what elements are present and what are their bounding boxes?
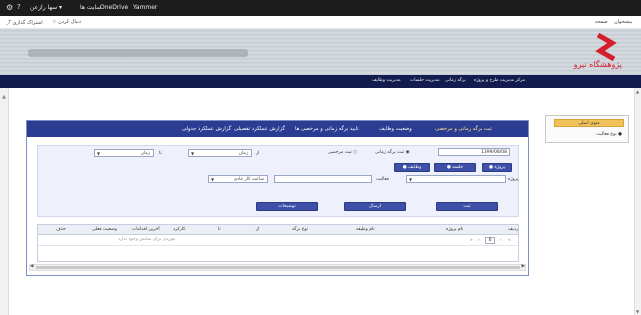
from-label: از — [256, 151, 260, 156]
star-icon: ☆ — [52, 19, 57, 25]
radio-timesheet-label: ثبت برگه زمانی — [375, 150, 405, 155]
suite-bar: ⚙ ? سها رازعن ▾ سایت ها OneDrive Yammer — [0, 0, 641, 16]
radio-leave[interactable]: ثبت مرخصی ○ — [328, 150, 357, 155]
col-duration[interactable]: کارکرد — [173, 227, 185, 232]
activity-label: فعالیت — [376, 177, 389, 182]
help-icon[interactable]: ? — [17, 3, 21, 11]
description-button[interactable]: توضیحات — [256, 202, 318, 211]
from-time-select[interactable]: ▼ زمان — [188, 149, 252, 157]
col-delete[interactable]: حذف — [56, 227, 66, 232]
page-number[interactable]: 0 — [485, 237, 495, 244]
share-button[interactable]: ⤴ اشتراک گذاری — [6, 19, 43, 26]
chevron-down-icon: ▼ — [191, 151, 195, 156]
gear-icon[interactable]: ⚙ — [6, 3, 13, 12]
work-hours-select[interactable]: ▼ ساعت کار عادی — [208, 175, 268, 183]
to-label: تا — [159, 151, 162, 156]
first-page-icon[interactable]: « — [508, 238, 511, 243]
logo-text: پژوهشگاه نیرو — [573, 59, 622, 69]
sites-link[interactable]: سایت ها — [80, 4, 101, 11]
sidebar-item-label: نوع فعالیت — [596, 132, 617, 137]
arrow-up-icon[interactable]: ▲ — [636, 89, 639, 94]
link-dashboard[interactable]: پیشخوان — [614, 19, 632, 25]
arrow-right-icon[interactable]: ▶ — [522, 264, 525, 269]
type-tasks-button[interactable]: ● وظایف — [394, 163, 430, 172]
chevron-down-icon: ▼ — [409, 177, 413, 182]
link-page[interactable]: صفحه — [595, 19, 608, 25]
nav-item-meetings[interactable]: مدیریت جلسات — [410, 78, 440, 83]
radio-leave-label: ثبت مرخصی — [328, 150, 352, 155]
to-time-select[interactable]: ▼ زمان — [94, 149, 154, 157]
sidebar-title: منوی اصلی — [554, 119, 624, 127]
onedrive-link[interactable]: OneDrive — [100, 4, 128, 11]
organization-logo: پژوهشگاه نیرو — [573, 33, 622, 69]
yammer-link[interactable]: Yammer — [133, 4, 157, 11]
type-tasks-label: وظایف — [408, 165, 422, 170]
nav-item-timesheet[interactable]: برگه زمانی — [445, 78, 466, 83]
tab-approve-timesheets[interactable]: تایید برگه زمانی و مرخصی ها — [295, 126, 359, 132]
col-status[interactable]: وضعیت فعلی — [92, 227, 117, 232]
project-select[interactable]: ▼ — [406, 175, 506, 183]
col-row: ردیف — [508, 227, 519, 232]
timesheet-form: 1399/08/08 ثبت برگه زمانی ◉ ثبت مرخصی ○ … — [37, 145, 519, 217]
work-hours-value: ساعت کار عادی — [233, 177, 264, 182]
to-time-value: زمان — [140, 151, 150, 156]
col-to[interactable]: تا — [218, 227, 221, 232]
col-from[interactable]: از — [256, 227, 259, 232]
radio-timesheet[interactable]: ثبت برگه زمانی ◉ — [375, 150, 410, 155]
left-scroll-strip: ▲ — [0, 88, 9, 315]
tab-detailed-report[interactable]: گزارش عملکرد تفصیلی — [234, 126, 285, 132]
type-meeting-label: جلسه — [452, 165, 464, 170]
nav-item-projects[interactable]: مرکز مدیریت طرح و پروژه — [474, 78, 525, 83]
ribbon-bar: ⤴ اشتراک گذاری ☆ دنبال کردن صفحه پیشخوان — [0, 16, 641, 29]
col-task-name[interactable]: نام وظیفه — [356, 227, 375, 232]
col-last-actions[interactable]: آخرین اقدامات — [132, 227, 160, 232]
col-project-name[interactable]: نام پروژه — [446, 227, 463, 232]
sidebar-item-activity-type[interactable]: نوع فعالیت ● — [596, 132, 622, 137]
prev-page-icon[interactable]: ‹ — [500, 238, 502, 243]
type-project-button[interactable]: ● پروژه — [482, 163, 512, 172]
chevron-down-icon: ▼ — [211, 177, 215, 182]
banner-decoration — [28, 49, 248, 57]
tab-table-report[interactable]: گزارش عملکرد جدولی — [182, 126, 231, 132]
bullet-icon: ● — [618, 132, 622, 137]
tab-task-status[interactable]: وضعیت وظایف — [379, 126, 412, 132]
nav-item-tasks[interactable]: مدیریت وظایف — [372, 78, 401, 83]
arrow-down-icon[interactable]: ▼ — [636, 309, 639, 314]
chevron-down-icon: ▼ — [97, 151, 101, 156]
submit-button[interactable]: ثبت — [436, 202, 498, 211]
send-button[interactable]: ارسال — [344, 202, 406, 211]
project-label: پروژه — [508, 177, 519, 182]
arrow-left-icon[interactable]: ◀ — [30, 264, 33, 269]
follow-label: دنبال کردن — [58, 19, 81, 25]
share-icon: ⤴ — [6, 20, 12, 26]
tab-bar: ثبت برگه زمانی و مرخصی وضعیت وظایف تایید… — [27, 121, 528, 137]
type-meeting-button[interactable]: ● جلسه — [434, 163, 476, 172]
scroll-thumb[interactable] — [36, 266, 520, 269]
activity-input[interactable] — [274, 175, 372, 183]
horizontal-scrollbar[interactable]: ◀ ▶ — [29, 264, 526, 271]
user-menu[interactable]: سها رازعن ▾ — [30, 4, 62, 11]
type-project-label: پروژه — [494, 165, 506, 170]
timesheet-grid: ردیف نام پروژه نام وظیفه نوع برگه از تا … — [37, 224, 519, 262]
sidebar-menu: منوی اصلی نوع فعالیت ● — [545, 115, 629, 143]
grid-header: ردیف نام پروژه نام وظیفه نوع برگه از تا … — [38, 225, 518, 235]
grid-empty-message: موردی برای نمایش وجود ندارد — [118, 237, 176, 242]
last-page-icon[interactable]: » — [470, 238, 473, 243]
vertical-scrollbar[interactable]: ▲ ▼ — [634, 88, 641, 315]
from-time-value: زمان — [238, 151, 248, 156]
next-page-icon[interactable]: › — [478, 238, 480, 243]
timesheet-panel: ثبت برگه زمانی و مرخصی وضعیت وظایف تایید… — [26, 120, 529, 276]
site-banner — [0, 29, 641, 75]
grid-pager: « ‹ 0 › » موردی برای نمایش وجود ندارد — [38, 236, 518, 246]
arrow-up-icon[interactable]: ▲ — [2, 94, 6, 100]
col-sheet-type[interactable]: نوع برگه — [292, 227, 308, 232]
share-label: اشتراک گذاری — [12, 20, 43, 26]
tab-timesheet-entry[interactable]: ثبت برگه زمانی و مرخصی — [435, 126, 492, 132]
follow-button[interactable]: ☆ دنبال کردن — [52, 19, 81, 25]
main-navigation: مرکز مدیریت طرح و پروژه برگه زمانی مدیری… — [0, 75, 641, 88]
date-field[interactable]: 1399/08/08 — [438, 148, 510, 156]
